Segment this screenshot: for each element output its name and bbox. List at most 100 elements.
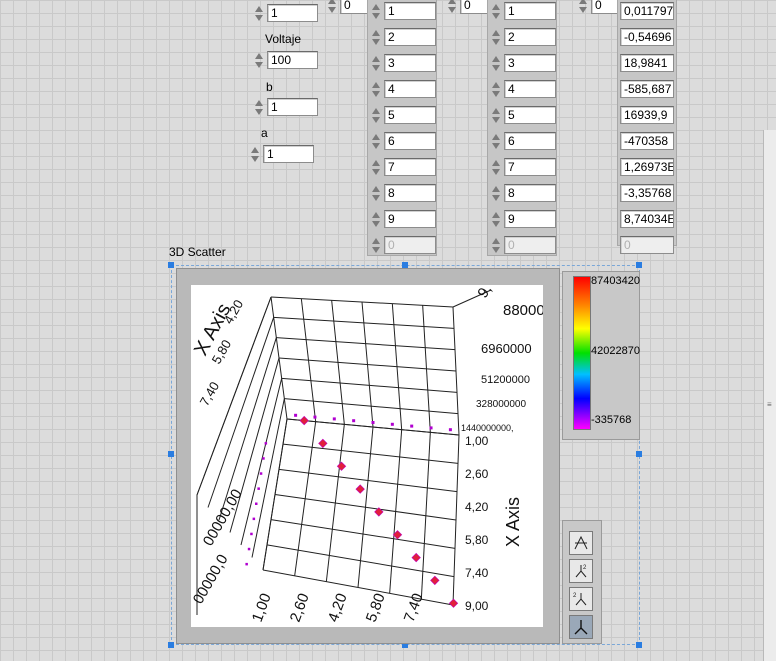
spinner[interactable] [490, 54, 502, 72]
spinner[interactable] [490, 106, 502, 124]
array-element[interactable]: 16939,9 [620, 106, 674, 124]
spinner[interactable] [490, 28, 502, 46]
spinner[interactable] [490, 2, 502, 20]
spinner[interactable] [370, 2, 382, 20]
array1-index[interactable]: 0 [326, 0, 372, 14]
array-value[interactable]: -470358 [620, 132, 674, 150]
selection-handle[interactable] [168, 642, 174, 648]
selection-handle[interactable] [636, 262, 642, 268]
array-value[interactable]: 7 [384, 158, 436, 176]
spinner[interactable] [253, 98, 265, 116]
spinner[interactable] [370, 28, 382, 46]
array-element[interactable]: 2 [370, 28, 436, 46]
selection-handle[interactable] [636, 451, 642, 457]
array-element-empty[interactable]: 0 [620, 236, 674, 254]
spinner[interactable] [370, 132, 382, 150]
scatter-plot-area[interactable]: 1,00 2,60 4,20 5,80 7,40 9,00 1,00 2,60 4,20 5,80… [191, 285, 543, 627]
array-value[interactable]: 1 [384, 2, 436, 20]
array-element[interactable]: 8 [490, 184, 556, 202]
a-value[interactable]: 1 [263, 145, 314, 163]
b-control[interactable]: 1 [253, 98, 318, 116]
array-element[interactable]: 9 [370, 210, 436, 228]
numeric-value[interactable]: 1 [267, 4, 318, 22]
spinner[interactable] [370, 158, 382, 176]
array-value[interactable]: 5 [504, 106, 556, 124]
array-value[interactable]: 1 [504, 2, 556, 20]
spinner[interactable] [490, 158, 502, 176]
spinner[interactable] [370, 106, 382, 124]
spinner[interactable] [446, 0, 458, 14]
array-value[interactable]: 4 [504, 80, 556, 98]
array-element[interactable]: 5 [370, 106, 436, 124]
array-value[interactable]: 2 [384, 28, 436, 46]
array-element[interactable]: 4 [490, 80, 556, 98]
spinner[interactable] [370, 236, 382, 254]
colorbar[interactable] [573, 276, 591, 430]
selection-handle[interactable] [168, 262, 174, 268]
rotate-z-icon[interactable]: 2 [569, 559, 593, 583]
spinner[interactable] [326, 0, 338, 14]
array-value[interactable]: 8,74034E [620, 210, 674, 228]
spinner[interactable] [249, 145, 261, 163]
spinner[interactable] [490, 80, 502, 98]
array-value[interactable]: 7 [504, 158, 556, 176]
array-element[interactable]: 8,74034E [620, 210, 674, 228]
spinner[interactable] [370, 184, 382, 202]
array-element[interactable]: 1 [370, 2, 436, 20]
array-element[interactable]: 6 [370, 132, 436, 150]
array-element[interactable]: 4 [370, 80, 436, 98]
array-element[interactable]: 9 [490, 210, 556, 228]
a-control[interactable]: 1 [249, 145, 314, 163]
array-value[interactable]: 16939,9 [620, 106, 674, 124]
voltaje-control[interactable]: 100 [253, 51, 318, 69]
array-element-empty[interactable]: 0 [370, 236, 436, 254]
array-element[interactable]: 8 [370, 184, 436, 202]
rotate-xy-icon[interactable] [569, 531, 593, 555]
array-element[interactable]: 5 [490, 106, 556, 124]
spinner[interactable] [370, 210, 382, 228]
array-element[interactable]: 1 [490, 2, 556, 20]
array-value[interactable]: 9 [504, 210, 556, 228]
array-value[interactable]: 1,26973E [620, 158, 674, 176]
pan-axes-icon[interactable] [569, 615, 593, 639]
spinner[interactable] [577, 0, 589, 14]
array-value[interactable]: 5 [384, 106, 436, 124]
voltaje-value[interactable]: 100 [267, 51, 318, 69]
b-value[interactable]: 1 [267, 98, 318, 116]
array-element[interactable]: -0,54696 [620, 28, 674, 46]
spinner[interactable] [490, 132, 502, 150]
array-value[interactable]: 3 [504, 54, 556, 72]
scatter-plot[interactable]: 1,00 2,60 4,20 5,80 7,40 9,00 1,00 2,60 4,20 5,80… [191, 285, 543, 627]
spinner[interactable] [490, 184, 502, 202]
spinner[interactable] [490, 236, 502, 254]
array-element[interactable]: 7 [490, 158, 556, 176]
spinner[interactable] [253, 51, 265, 69]
array-value[interactable]: -0,54696 [620, 28, 674, 46]
array-element[interactable]: 3 [490, 54, 556, 72]
array-element-empty[interactable]: 0 [490, 236, 556, 254]
array-element[interactable]: 6 [490, 132, 556, 150]
array-value[interactable]: 6 [384, 132, 436, 150]
selection-handle[interactable] [168, 451, 174, 457]
array-value[interactable]: 3 [384, 54, 436, 72]
array-element[interactable]: -3,35768 [620, 184, 674, 202]
array-element[interactable]: 3 [370, 54, 436, 72]
array-value[interactable]: 0 [504, 236, 556, 254]
array2-index[interactable]: 0 [446, 0, 492, 14]
spinner[interactable] [490, 210, 502, 228]
spinner[interactable] [370, 80, 382, 98]
array-element[interactable]: -470358 [620, 132, 674, 150]
array-element[interactable]: 0,011797 [620, 2, 674, 20]
array-value[interactable]: 0,011797 [620, 2, 674, 20]
array-value[interactable]: 4 [384, 80, 436, 98]
array-element[interactable]: 18,9841 [620, 54, 674, 72]
spinner[interactable] [253, 4, 265, 22]
array-value[interactable]: -3,35768 [620, 184, 674, 202]
zoom-axis-icon[interactable]: 2 [569, 587, 593, 611]
numeric-control-top[interactable]: 1 [253, 4, 318, 22]
array-value[interactable]: 2 [504, 28, 556, 46]
scrollbar[interactable]: ≡ [763, 130, 776, 661]
array-value[interactable]: 9 [384, 210, 436, 228]
array-value[interactable]: 0 [620, 236, 674, 254]
spinner[interactable] [370, 54, 382, 72]
